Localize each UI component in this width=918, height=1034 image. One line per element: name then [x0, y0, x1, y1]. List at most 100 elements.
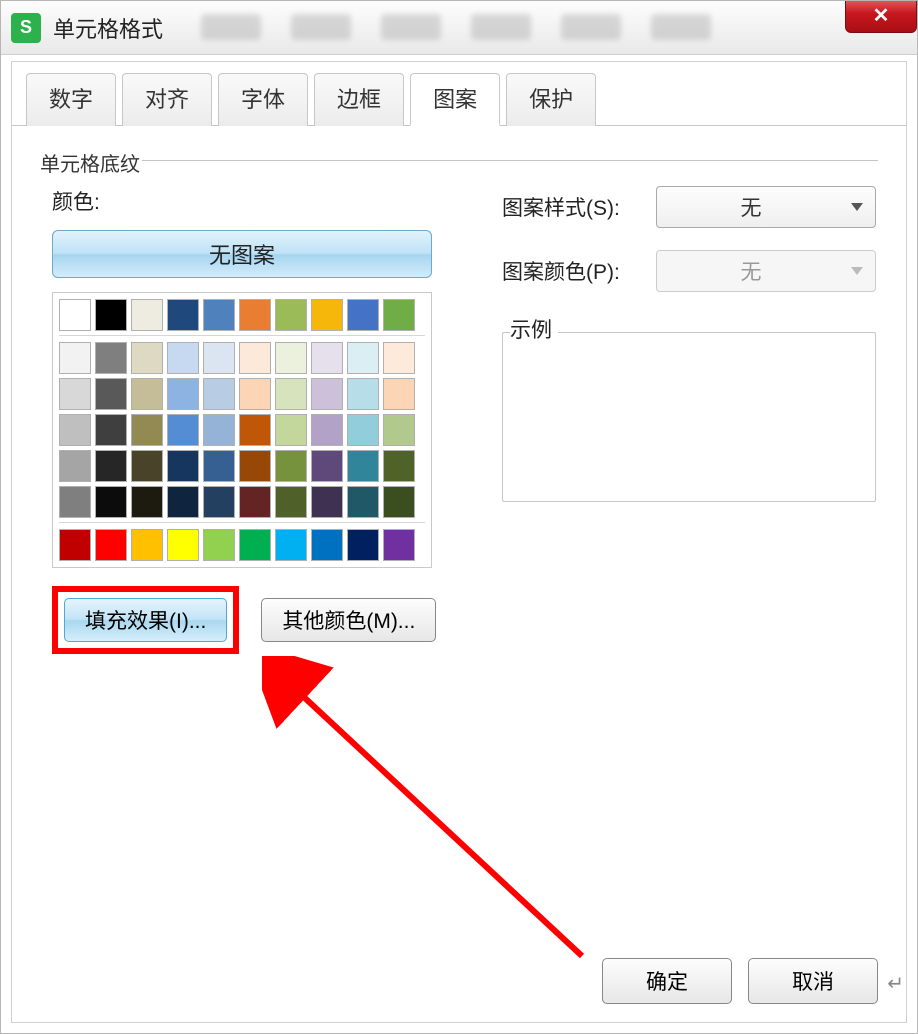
color-swatch[interactable]	[275, 450, 307, 482]
ok-button[interactable]: 确定	[602, 958, 732, 1004]
color-swatch[interactable]	[239, 529, 271, 561]
close-button[interactable]: ✕	[845, 0, 917, 33]
color-swatch[interactable]	[311, 486, 343, 518]
color-swatch[interactable]	[275, 378, 307, 410]
color-swatch[interactable]	[275, 342, 307, 374]
color-swatch[interactable]	[167, 299, 199, 331]
color-swatch[interactable]	[167, 529, 199, 561]
color-swatch[interactable]	[95, 342, 127, 374]
color-swatch[interactable]	[203, 378, 235, 410]
color-swatch[interactable]	[275, 529, 307, 561]
color-swatch[interactable]	[59, 414, 91, 446]
color-swatch[interactable]	[59, 529, 91, 561]
tab-align[interactable]: 对齐	[122, 73, 212, 126]
color-swatch[interactable]	[167, 414, 199, 446]
tab-number[interactable]: 数字	[26, 73, 116, 126]
color-swatch[interactable]	[95, 299, 127, 331]
ok-label: 确定	[646, 966, 688, 996]
color-swatch[interactable]	[167, 378, 199, 410]
color-swatch[interactable]	[347, 414, 379, 446]
fill-effects-button[interactable]: 填充效果(I)...	[64, 598, 227, 642]
color-swatch[interactable]	[311, 299, 343, 331]
color-swatch[interactable]	[131, 414, 163, 446]
fieldset-divider	[142, 160, 878, 161]
color-swatch[interactable]	[383, 342, 415, 374]
tab-label: 字体	[241, 87, 285, 112]
color-swatch[interactable]	[239, 450, 271, 482]
color-swatch[interactable]	[239, 486, 271, 518]
color-swatch[interactable]	[383, 299, 415, 331]
color-swatch[interactable]	[347, 450, 379, 482]
close-icon: ✕	[873, 3, 890, 28]
color-swatch[interactable]	[131, 378, 163, 410]
color-swatch[interactable]	[131, 342, 163, 374]
color-swatch[interactable]	[383, 529, 415, 561]
color-swatch[interactable]	[131, 486, 163, 518]
color-swatch[interactable]	[203, 529, 235, 561]
color-swatch[interactable]	[275, 414, 307, 446]
pattern-style-dropdown[interactable]: 无	[656, 186, 876, 228]
color-swatch[interactable]	[131, 529, 163, 561]
color-swatch[interactable]	[95, 486, 127, 518]
color-swatch[interactable]	[239, 342, 271, 374]
color-swatch[interactable]	[131, 299, 163, 331]
cancel-label: 取消	[792, 966, 834, 996]
color-swatch[interactable]	[59, 486, 91, 518]
left-column: 颜色: 无图案 填充效果(I)...	[52, 186, 482, 654]
tab-font[interactable]: 字体	[218, 73, 308, 126]
color-swatch[interactable]	[383, 486, 415, 518]
more-colors-button[interactable]: 其他颜色(M)...	[261, 598, 436, 642]
dialog-window: S 单元格格式 ✕ 数字 对齐 字体 边框 图案 保护 单元格底纹 颜色:	[0, 0, 918, 1034]
tab-border[interactable]: 边框	[314, 73, 404, 126]
color-swatch[interactable]	[167, 450, 199, 482]
color-swatch[interactable]	[95, 378, 127, 410]
color-swatch[interactable]	[347, 529, 379, 561]
color-swatch[interactable]	[311, 378, 343, 410]
color-swatch[interactable]	[167, 486, 199, 518]
annotation-arrow-icon	[262, 656, 602, 976]
color-swatch[interactable]	[275, 299, 307, 331]
color-swatch[interactable]	[203, 486, 235, 518]
chevron-down-icon	[851, 267, 863, 275]
color-swatch[interactable]	[95, 529, 127, 561]
tab-pattern[interactable]: 图案	[410, 73, 500, 126]
color-swatch[interactable]	[383, 378, 415, 410]
color-swatch[interactable]	[347, 486, 379, 518]
titlebar: S 单元格格式 ✕	[1, 1, 917, 55]
color-swatch[interactable]	[203, 299, 235, 331]
tab-label: 图案	[433, 87, 477, 112]
tab-label: 对齐	[145, 87, 189, 112]
color-swatch[interactable]	[275, 486, 307, 518]
color-swatch[interactable]	[203, 450, 235, 482]
color-swatch[interactable]	[95, 414, 127, 446]
pattern-style-value: 无	[741, 192, 762, 222]
no-pattern-button[interactable]: 无图案	[52, 230, 432, 278]
color-swatch[interactable]	[239, 299, 271, 331]
color-swatch[interactable]	[59, 450, 91, 482]
tab-bar: 数字 对齐 字体 边框 图案 保护	[12, 62, 906, 126]
color-swatch[interactable]	[59, 378, 91, 410]
color-swatch[interactable]	[383, 450, 415, 482]
color-swatch[interactable]	[239, 378, 271, 410]
color-swatch[interactable]	[239, 414, 271, 446]
tab-content: 单元格底纹 颜色: 无图案 填充效果(	[12, 126, 906, 966]
color-swatch[interactable]	[347, 299, 379, 331]
tab-label: 保护	[529, 87, 573, 112]
color-swatch[interactable]	[383, 414, 415, 446]
color-swatch[interactable]	[95, 450, 127, 482]
color-swatch[interactable]	[347, 342, 379, 374]
color-swatch[interactable]	[311, 450, 343, 482]
color-swatch[interactable]	[311, 414, 343, 446]
color-swatch[interactable]	[311, 342, 343, 374]
color-swatch[interactable]	[131, 450, 163, 482]
color-swatch[interactable]	[311, 529, 343, 561]
color-swatch[interactable]	[167, 342, 199, 374]
color-swatch[interactable]	[203, 414, 235, 446]
tab-protect[interactable]: 保护	[506, 73, 596, 126]
color-swatch[interactable]	[203, 342, 235, 374]
color-swatch[interactable]	[59, 342, 91, 374]
cancel-button[interactable]: 取消	[748, 958, 878, 1004]
fieldset-legend: 单元格底纹	[40, 148, 146, 177]
color-swatch[interactable]	[59, 299, 91, 331]
color-swatch[interactable]	[347, 378, 379, 410]
